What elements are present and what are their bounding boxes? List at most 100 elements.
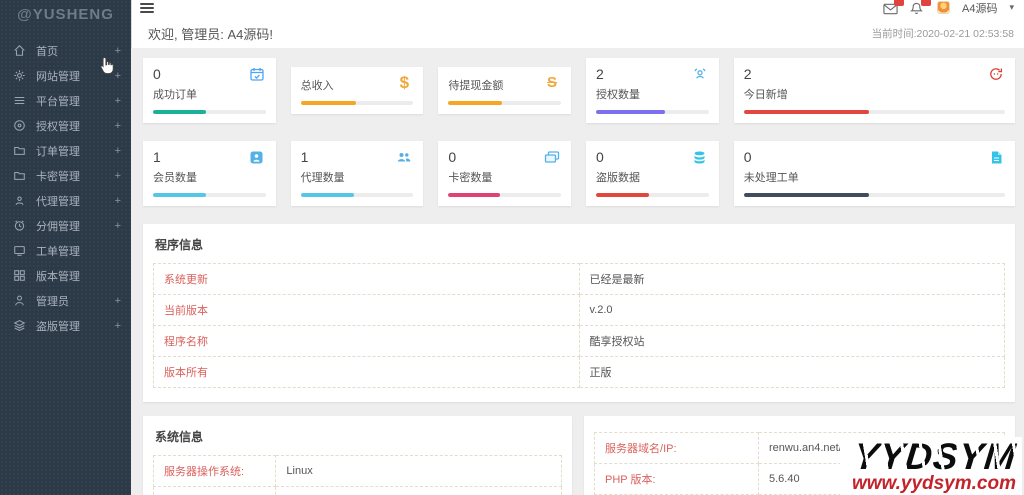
sidebar-item-home[interactable]: 首页 + xyxy=(0,38,131,63)
expand-plus-icon[interactable]: + xyxy=(115,320,121,332)
expand-plus-icon[interactable]: + xyxy=(115,120,121,132)
expand-plus-icon[interactable]: + xyxy=(115,220,121,232)
member-badge-icon xyxy=(248,149,266,165)
sidebar-item-commission-mgmt[interactable]: 分佣管理 + xyxy=(0,213,131,238)
bell-icon[interactable] xyxy=(910,0,931,14)
stat-label: 代理数量 xyxy=(300,172,345,184)
expand-plus-icon[interactable]: + xyxy=(115,295,121,307)
table-row: 服务器操作系统: Linux xyxy=(152,455,563,487)
expand-plus-icon[interactable]: + xyxy=(115,195,121,207)
cards-icon xyxy=(543,149,561,165)
sidebar-item-agent-mgmt[interactable]: 代理管理 + xyxy=(0,188,131,213)
progress-track xyxy=(448,193,562,197)
progress-track xyxy=(596,193,709,197)
sidebar-item-piracy-mgmt[interactable]: 盗版管理 + xyxy=(0,313,131,338)
database-icon xyxy=(691,149,709,165)
progress-fill xyxy=(153,193,206,197)
sidebar-item-label: 授权管理 xyxy=(36,120,80,133)
program-info-table: 系统更新 已经是最新 当前版本 v.2.0 程序名称 酷享授权站 版本所有 正版 xyxy=(153,263,1005,388)
stats-row-2: 1 会员数量 1 代理数量 0 卡密数量 0 盗版数据 0 未处理工单 xyxy=(143,141,1015,206)
table-row: 系统更新 已经是最新 xyxy=(153,263,1005,295)
stat-card-agent-count[interactable]: 1 代理数量 xyxy=(290,141,424,206)
welcome-message: 欢迎, 管理员: A4源码! xyxy=(148,27,273,42)
sidebar-item-version-mgmt[interactable]: 版本管理 xyxy=(0,263,131,288)
sidebar-item-label: 盗版管理 xyxy=(36,320,80,333)
progress-track xyxy=(743,193,1005,197)
stat-value: 0 xyxy=(596,149,604,165)
stat-label: 盗版数据 xyxy=(596,172,641,184)
row-label: 当前版本 xyxy=(153,294,580,326)
stat-label: 授权数量 xyxy=(596,89,641,101)
hamburger-menu-icon[interactable] xyxy=(140,2,154,13)
stat-value: 0 xyxy=(153,66,161,82)
stat-card-member-count[interactable]: 1 会员数量 xyxy=(143,141,276,206)
topbar-right-group: A4源码 ▾ xyxy=(883,0,1014,16)
main-area: A4源码 ▾ 欢迎, 管理员: A4源码! 当前时间:2020-02-21 02… xyxy=(131,0,1024,495)
stat-card-license-count[interactable]: 2 授权数量 xyxy=(586,58,719,123)
chevron-down-icon[interactable]: ▾ xyxy=(1009,2,1014,13)
folder-icon xyxy=(12,169,26,183)
sidebar-item-label: 代理管理 xyxy=(36,195,80,208)
topbar: A4源码 ▾ 欢迎, 管理员: A4源码! 当前时间:2020-02-21 02… xyxy=(131,0,1024,48)
expand-plus-icon[interactable]: + xyxy=(115,170,121,182)
sidebar-item-order-mgmt[interactable]: 订单管理 + xyxy=(0,138,131,163)
stat-card-total-income[interactable]: 总收入 $ xyxy=(290,67,424,114)
stat-label: 今日新增 xyxy=(743,89,788,101)
stat-card-today-new[interactable]: 2 今日新增 xyxy=(733,58,1015,123)
table-row: 程序名称 酷享授权站 xyxy=(153,325,1005,357)
app-logo: @YUSHENG xyxy=(17,6,114,23)
progress-track xyxy=(596,110,709,114)
row-value: 正版 xyxy=(578,356,1005,388)
avatar[interactable] xyxy=(937,1,950,14)
progress-track xyxy=(300,193,414,197)
system-info-panel: 系统信息 服务器操作系统: Linux 服务器环境 nginx/1.16.0 网… xyxy=(143,416,573,495)
current-user-name[interactable]: A4源码 xyxy=(962,0,997,16)
row-value: Linux xyxy=(275,455,563,487)
sidebar-item-label: 首页 xyxy=(36,45,58,58)
row-label: 程序名称 xyxy=(153,325,580,357)
sidebar-item-label: 网站管理 xyxy=(36,70,80,83)
stat-card-piracy-data[interactable]: 0 盗版数据 xyxy=(586,141,719,206)
progress-fill xyxy=(743,193,870,197)
sidebar-item-label: 平台管理 xyxy=(36,95,80,108)
sidebar: @YUSHENG 首页 + 网站管理 + 平台管理 + 授权管理 + 订单管理 … xyxy=(0,0,131,495)
sidebar-item-cardkey-mgmt[interactable]: 卡密管理 + xyxy=(0,163,131,188)
dollar-icon: $ xyxy=(399,73,410,92)
list-icon xyxy=(12,94,26,108)
expand-plus-icon[interactable]: + xyxy=(115,70,121,82)
progress-fill xyxy=(743,110,870,114)
sidebar-item-platform-mgmt[interactable]: 平台管理 + xyxy=(0,88,131,113)
stat-card-cardkey-count[interactable]: 0 卡密数量 xyxy=(438,141,572,206)
stat-card-pending-withdraw[interactable]: 待提现金额 S xyxy=(438,67,572,114)
home-icon xyxy=(12,44,26,58)
stat-value: 0 xyxy=(743,149,752,165)
row-label: 服务器操作系统: xyxy=(152,455,277,487)
sidebar-item-ticket-mgmt[interactable]: 工单管理 xyxy=(0,238,131,263)
stat-card-unhandled-tickets[interactable]: 0 未处理工单 xyxy=(733,141,1015,206)
progress-track xyxy=(448,101,562,105)
stat-card-success-orders[interactable]: 0 成功订单 xyxy=(143,58,276,123)
watermark-url: www.yydsym.com xyxy=(851,473,1016,494)
sidebar-item-site-mgmt[interactable]: 网站管理 + xyxy=(0,63,131,88)
row-label: 版本所有 xyxy=(153,356,580,388)
stat-label: 成功订单 xyxy=(153,89,197,101)
license-icon xyxy=(12,119,26,133)
user-icon xyxy=(12,294,26,308)
stat-value: 1 xyxy=(153,149,161,165)
stat-label: 卡密数量 xyxy=(448,172,493,184)
expand-plus-icon[interactable]: + xyxy=(115,145,121,157)
mail-icon[interactable] xyxy=(883,0,904,14)
stats-row-1: 0 成功订单 总收入 $ 待提现金额 S 2 授权数量 2 今日新增 xyxy=(143,58,1015,123)
stat-value: 1 xyxy=(300,149,309,165)
progress-fill xyxy=(448,193,501,197)
sidebar-item-license-mgmt[interactable]: 授权管理 + xyxy=(0,113,131,138)
expand-plus-icon[interactable]: + xyxy=(115,95,121,107)
sidebar-item-label: 版本管理 xyxy=(36,270,80,283)
expand-plus-icon[interactable]: + xyxy=(115,45,121,57)
progress-fill xyxy=(300,101,356,105)
sidebar-item-admin[interactable]: 管理员 + xyxy=(0,288,131,313)
stat-value: 2 xyxy=(596,66,604,82)
stat-label: 待提现金额 xyxy=(448,80,504,92)
watermark-title: YYDSYM xyxy=(851,436,1019,477)
sidebar-item-label: 卡密管理 xyxy=(36,170,80,183)
